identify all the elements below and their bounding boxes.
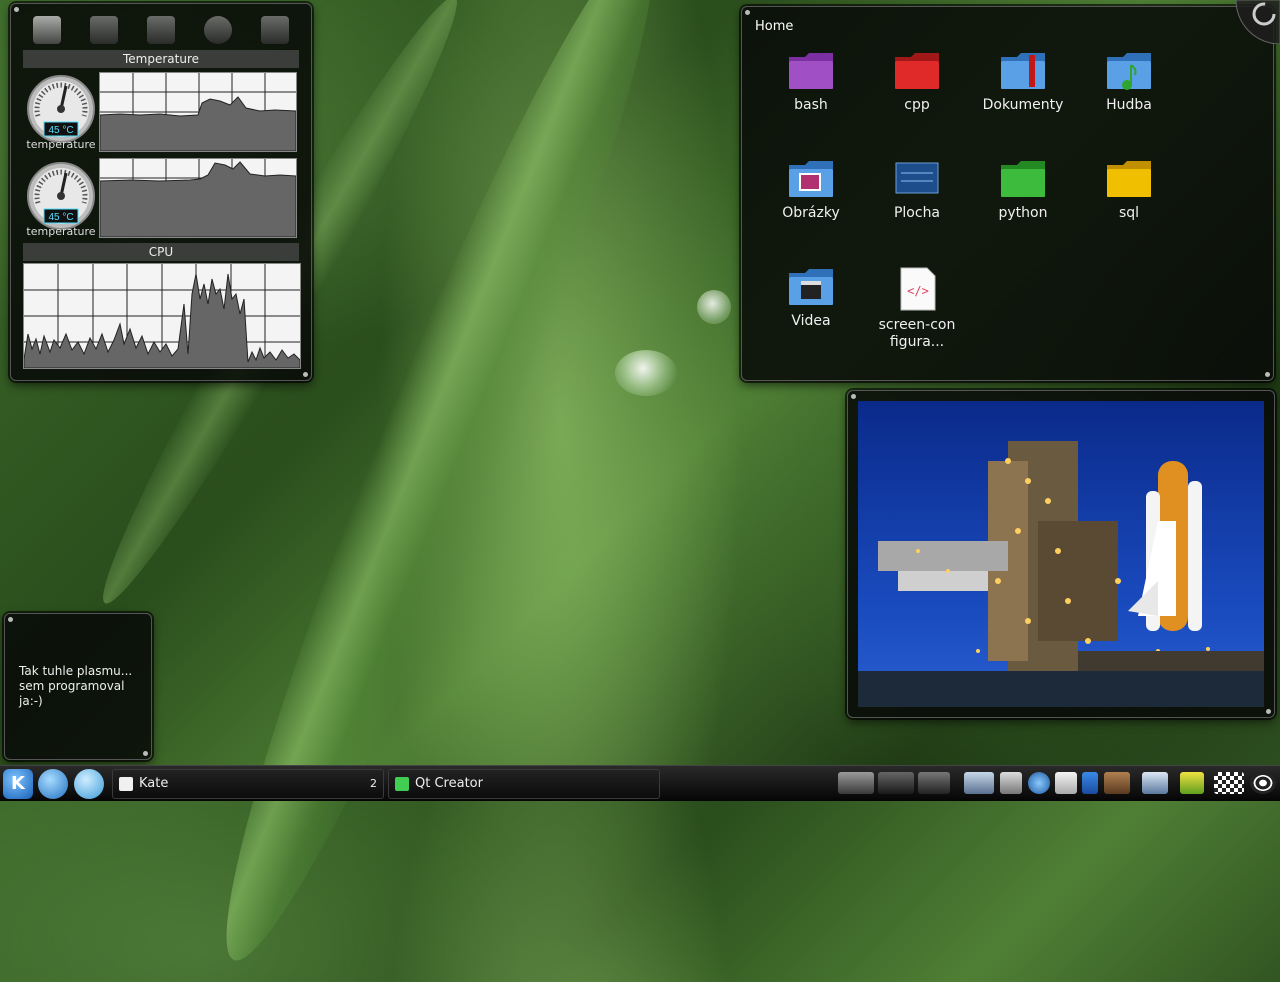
folder-pictures-icon [789, 161, 833, 197]
sensor-label: temperature [26, 138, 96, 151]
task-label: Qt Creator [415, 776, 483, 791]
cpu-section-title: CPU [23, 243, 299, 261]
folder-item-label: cpp [904, 97, 930, 113]
temperature-graph [99, 158, 297, 238]
folder-item-plocha[interactable]: Plocha [867, 159, 967, 221]
notes-icon[interactable] [878, 772, 914, 794]
memory-icon[interactable] [90, 16, 119, 44]
file-item-screen-configuration[interactable]: </> screen-configura... [867, 267, 967, 351]
window-icon[interactable] [918, 772, 950, 794]
wallet-icon[interactable] [1104, 772, 1130, 794]
temperature-section-title: Temperature [23, 50, 299, 68]
network-manager-icon[interactable] [1028, 772, 1050, 794]
folder-item-obrazky[interactable]: Obrázky [761, 159, 861, 221]
battery-icon[interactable] [1180, 772, 1204, 794]
folder-item-bash[interactable]: bash [761, 51, 861, 113]
folder-yellow-icon [1107, 161, 1151, 197]
water-drop [697, 290, 731, 324]
folder-desktop-icon [895, 162, 939, 194]
globe-icon[interactable] [203, 16, 232, 44]
network-card-icon[interactable] [146, 16, 175, 44]
system-monitor-widget[interactable]: Temperature 45 °C temperature 45 °C temp… [10, 3, 312, 381]
temperature-gauge: 45 °C [27, 75, 95, 143]
folder-documents-icon [1001, 53, 1045, 89]
folder-item-hudba[interactable]: Hudba [1079, 51, 1179, 113]
sensor-label: temperature [26, 225, 96, 238]
folder-violet-icon [789, 53, 833, 89]
cpu-graph [23, 263, 301, 369]
qt-creator-icon [395, 777, 409, 791]
folder-item-label: screen-configura... [878, 317, 956, 350]
hard-disk-icon[interactable] [260, 16, 289, 44]
picture-frame-widget[interactable] [847, 390, 1275, 718]
water-drop [615, 350, 677, 396]
shuttle-launch-pad-photo [858, 401, 1264, 707]
taskbar: K Kate 2 Qt Creator [0, 765, 1280, 801]
task-group-count: 2 [370, 777, 377, 790]
folder-video-icon [789, 269, 833, 305]
konqueror-icon[interactable] [38, 769, 68, 799]
kate-icon [119, 777, 133, 791]
temperature-gauge: 45 °C [27, 162, 95, 230]
folder-item-label: Plocha [893, 205, 941, 221]
computer-icon[interactable] [1142, 772, 1168, 794]
kde-menu-icon[interactable]: K [3, 769, 33, 799]
svg-text:</>: </> [907, 284, 929, 298]
folder-item-label: sql [1118, 205, 1140, 221]
folder-item-label: Dokumenty [982, 97, 1064, 113]
desktop-pager-icon[interactable] [838, 772, 874, 794]
folder-item-label: Videa [791, 313, 831, 329]
folder-view-title: Home [755, 19, 794, 34]
network-icon[interactable] [964, 772, 994, 794]
task-label: Kate [139, 776, 169, 791]
task-qt-creator[interactable]: Qt Creator [388, 769, 660, 799]
plasma-toolbox-icon[interactable] [1232, 0, 1280, 44]
note-widget[interactable]: Tak tuhle plasmu... sem programoval ja:-… [4, 613, 152, 760]
wireless-icon[interactable] [1250, 772, 1276, 794]
folder-item-label: Hudba [1106, 97, 1152, 113]
html-file-icon: </> [900, 267, 936, 311]
folder-item-sql[interactable]: sql [1079, 159, 1179, 221]
help-icon[interactable] [74, 769, 104, 799]
folder-view-widget[interactable]: Home bash cpp Dokumenty Hudba Obrázky Pl… [741, 6, 1274, 381]
folder-item-label: python [998, 205, 1048, 221]
system-monitor-toolbar [19, 12, 303, 48]
bluetooth-icon[interactable] [1082, 772, 1098, 794]
folder-music-icon [1107, 53, 1151, 90]
folder-item-label: Obrázky [782, 205, 840, 221]
temperature-readout: 45 °C [48, 125, 73, 136]
checkerboard-icon[interactable] [1214, 772, 1244, 794]
temperature-graph [99, 72, 297, 152]
folder-green-icon [1001, 161, 1045, 197]
folder-item-cpp[interactable]: cpp [867, 51, 967, 113]
folder-item-python[interactable]: python [973, 159, 1073, 221]
clipboard-icon[interactable] [1055, 772, 1077, 794]
folder-item-label: bash [794, 97, 828, 113]
task-kate[interactable]: Kate 2 [112, 769, 384, 799]
note-text[interactable]: Tak tuhle plasmu... sem programoval ja:-… [19, 664, 143, 709]
chip-icon[interactable] [33, 16, 62, 44]
volume-icon[interactable] [1000, 772, 1022, 794]
folder-item-dokumenty[interactable]: Dokumenty [973, 51, 1073, 113]
temperature-readout: 45 °C [48, 212, 73, 223]
folder-item-videa[interactable]: Videa [761, 267, 861, 329]
folder-red-icon [895, 53, 939, 89]
